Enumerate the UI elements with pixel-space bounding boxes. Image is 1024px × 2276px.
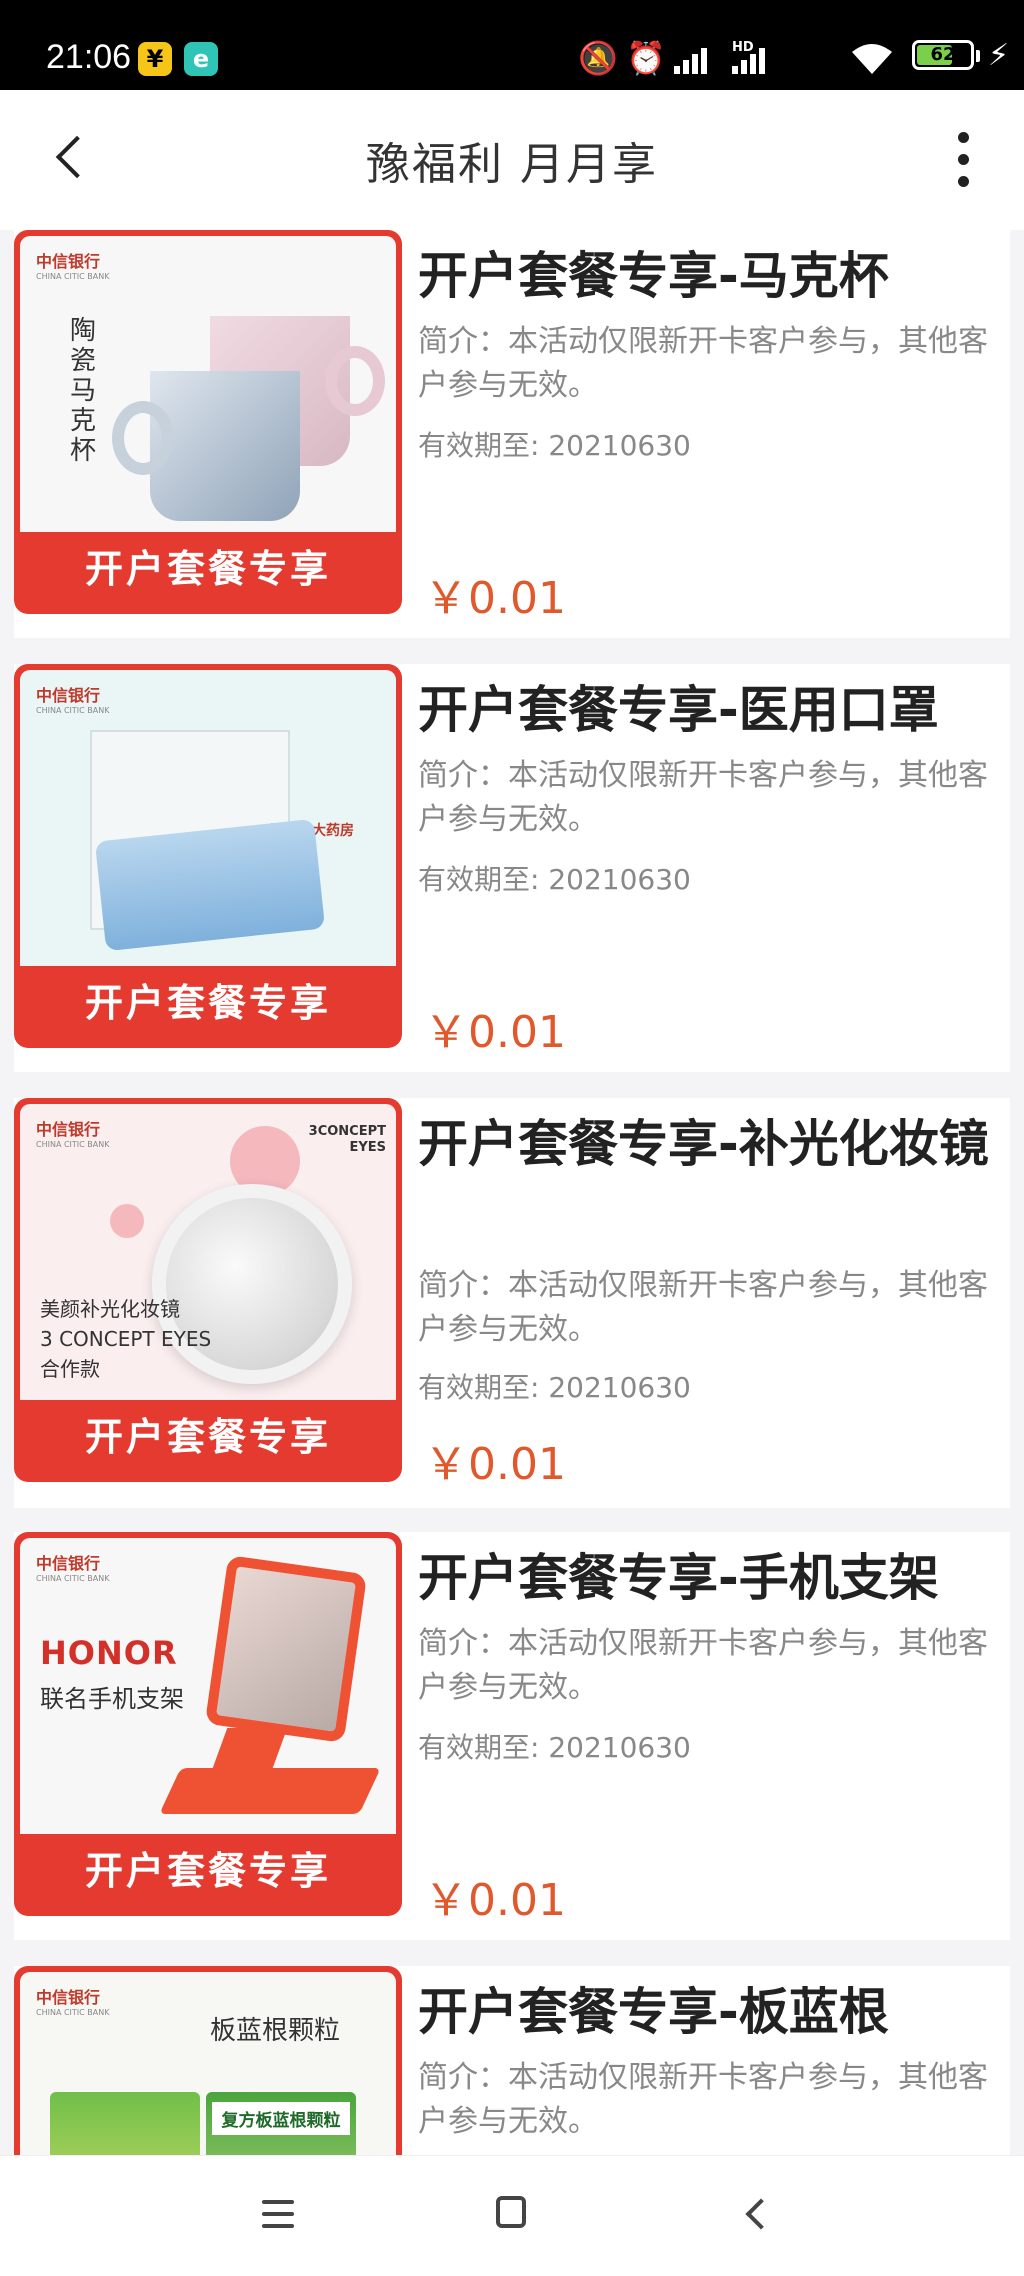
bank-logo: 中信银行 CHINA CITIC BANK: [36, 1120, 110, 1149]
bank-logo: 中信银行 CHINA CITIC BANK: [36, 1554, 110, 1583]
battery-icon: 62: [912, 40, 974, 70]
product-list: 中信银行 CHINA CITIC BANK 陶瓷马克杯 开户套餐专享 开户套餐专享…: [0, 230, 1024, 2155]
hd-label: HD: [732, 40, 754, 55]
image-caption: 联名手机支架: [40, 1685, 184, 1713]
product-description: 简介：本活动仅限新开卡客户参与，其他客户参与无效。: [418, 758, 988, 837]
product-card[interactable]: 中信银行 CHINA CITIC BANK 板蓝根颗粒 复方板蓝根颗粒 开户套餐专…: [14, 1966, 1010, 2155]
signal-icon: [674, 44, 718, 74]
app-header: 豫福利 月月享: [0, 90, 1024, 230]
medicine-pack: [50, 2092, 200, 2155]
status-icons: 🔕 ⏰ HD 62 ⚡: [564, 34, 1024, 80]
system-nav-bar: [0, 2155, 1024, 2276]
product-expiry: 有效期至: 20210630: [418, 1371, 691, 1404]
page-title: 豫福利 月月享: [366, 139, 658, 190]
product-description: 简介：本活动仅限新开卡客户参与，其他客户参与无效。: [418, 2060, 988, 2139]
status-bar: 21:06 ¥ e 🔕 ⏰ HD 62 ⚡: [0, 0, 1024, 90]
battery-level: 62: [930, 44, 956, 65]
home-icon[interactable]: [496, 2196, 526, 2228]
image-banner: 开户套餐专享: [84, 981, 331, 1025]
alarm-icon: ⏰: [626, 39, 666, 77]
status-time: 21:06: [46, 38, 132, 76]
product-expiry: 有效期至: 20210630: [418, 863, 691, 896]
battery-tip: [976, 50, 980, 62]
product-card[interactable]: 中信银行CHINA CITIC BANK 张仲景大药房 开户套餐专享 开户套餐专…: [14, 664, 1010, 1072]
product-card[interactable]: 中信银行 CHINA CITIC BANK 陶瓷马克杯 开户套餐专享 开户套餐专享…: [14, 230, 1010, 638]
product-description: 简介：本活动仅限新开卡客户参与，其他客户参与无效。: [418, 1626, 988, 1705]
product-image[interactable]: 中信银行 CHINA CITIC BANK 板蓝根颗粒 复方板蓝根颗粒: [14, 1966, 402, 2155]
product-title: 开户套餐专享-马克杯: [418, 247, 889, 305]
charging-icon: ⚡: [988, 38, 1010, 73]
product-image[interactable]: 中信银行 CHINA CITIC BANK 陶瓷马克杯 开户套餐专享: [14, 230, 402, 614]
image-caption: 板蓝根颗粒: [210, 2016, 341, 2046]
image-banner: 开户套餐专享: [84, 1849, 331, 1893]
image-caption: 美颜补光化妆镜 3 CONCEPT EYES 合作款: [40, 1297, 212, 1381]
mute-icon: 🔕: [578, 39, 618, 77]
bank-logo: 中信银行 CHINA CITIC BANK: [36, 1988, 110, 2017]
image-caption: 陶瓷马克杯: [70, 316, 97, 466]
product-image[interactable]: 中信银行CHINA CITIC BANK 张仲景大药房 开户套餐专享: [14, 664, 402, 1048]
medicine-pack: 复方板蓝根颗粒: [206, 2092, 356, 2155]
pack-label: 复方板蓝根颗粒: [212, 2102, 350, 2135]
product-image[interactable]: 中信银行 CHINA CITIC BANK 3CONCEPT EYES 美颜补光化…: [14, 1098, 402, 1482]
product-title: 开户套餐专享-板蓝根: [418, 1983, 889, 2041]
browser-app-icon: e: [184, 42, 218, 76]
more-options-button[interactable]: [944, 132, 984, 188]
product-title: 开户套餐专享-医用口罩: [418, 681, 939, 739]
product-card[interactable]: 中信银行 CHINA CITIC BANK 3CONCEPT EYES 美颜补光化…: [14, 1098, 1010, 1508]
bank-logo: 中信银行 CHINA CITIC BANK: [36, 686, 110, 715]
yen-app-icon: ¥: [138, 42, 172, 76]
product-card[interactable]: 中信银行 CHINA CITIC BANK HONOR 联名手机支架 开户套餐专享…: [14, 1532, 1010, 1940]
image-brand: 3CONCEPT EYES: [308, 1124, 386, 1155]
back-icon[interactable]: [740, 2198, 770, 2228]
signal-hd-icon: HD: [732, 40, 776, 74]
phone-stand-base: [159, 1768, 381, 1814]
image-banner: 开户套餐专享: [84, 547, 331, 591]
product-description: 简介：本活动仅限新开卡客户参与，其他客户参与无效。: [418, 324, 988, 403]
product-price: ￥0.01: [424, 1439, 566, 1490]
menu-icon[interactable]: [262, 2200, 294, 2228]
product-expiry: 有效期至: 20210630: [418, 1731, 691, 1764]
product-image[interactable]: 中信银行 CHINA CITIC BANK HONOR 联名手机支架 开户套餐专享: [14, 1532, 402, 1916]
product-price: ￥0.01: [424, 573, 566, 624]
image-banner: 开户套餐专享: [84, 1415, 331, 1459]
product-description: 简介：本活动仅限新开卡客户参与，其他客户参与无效。: [418, 1268, 988, 1347]
phone-stand-holder: [204, 1555, 368, 1743]
image-brand: HONOR: [40, 1634, 178, 1672]
surgical-mask: [94, 818, 326, 952]
product-price: ￥0.01: [424, 1007, 566, 1058]
product-expiry: 有效期至: 20210630: [418, 429, 691, 462]
product-price: ￥0.01: [424, 1875, 566, 1926]
wifi-icon: [850, 42, 894, 81]
product-title: 开户套餐专享-补光化妆镜: [418, 1115, 989, 1173]
bank-logo: 中信银行 CHINA CITIC BANK: [36, 252, 110, 281]
product-title: 开户套餐专享-手机支架: [418, 1549, 939, 1607]
